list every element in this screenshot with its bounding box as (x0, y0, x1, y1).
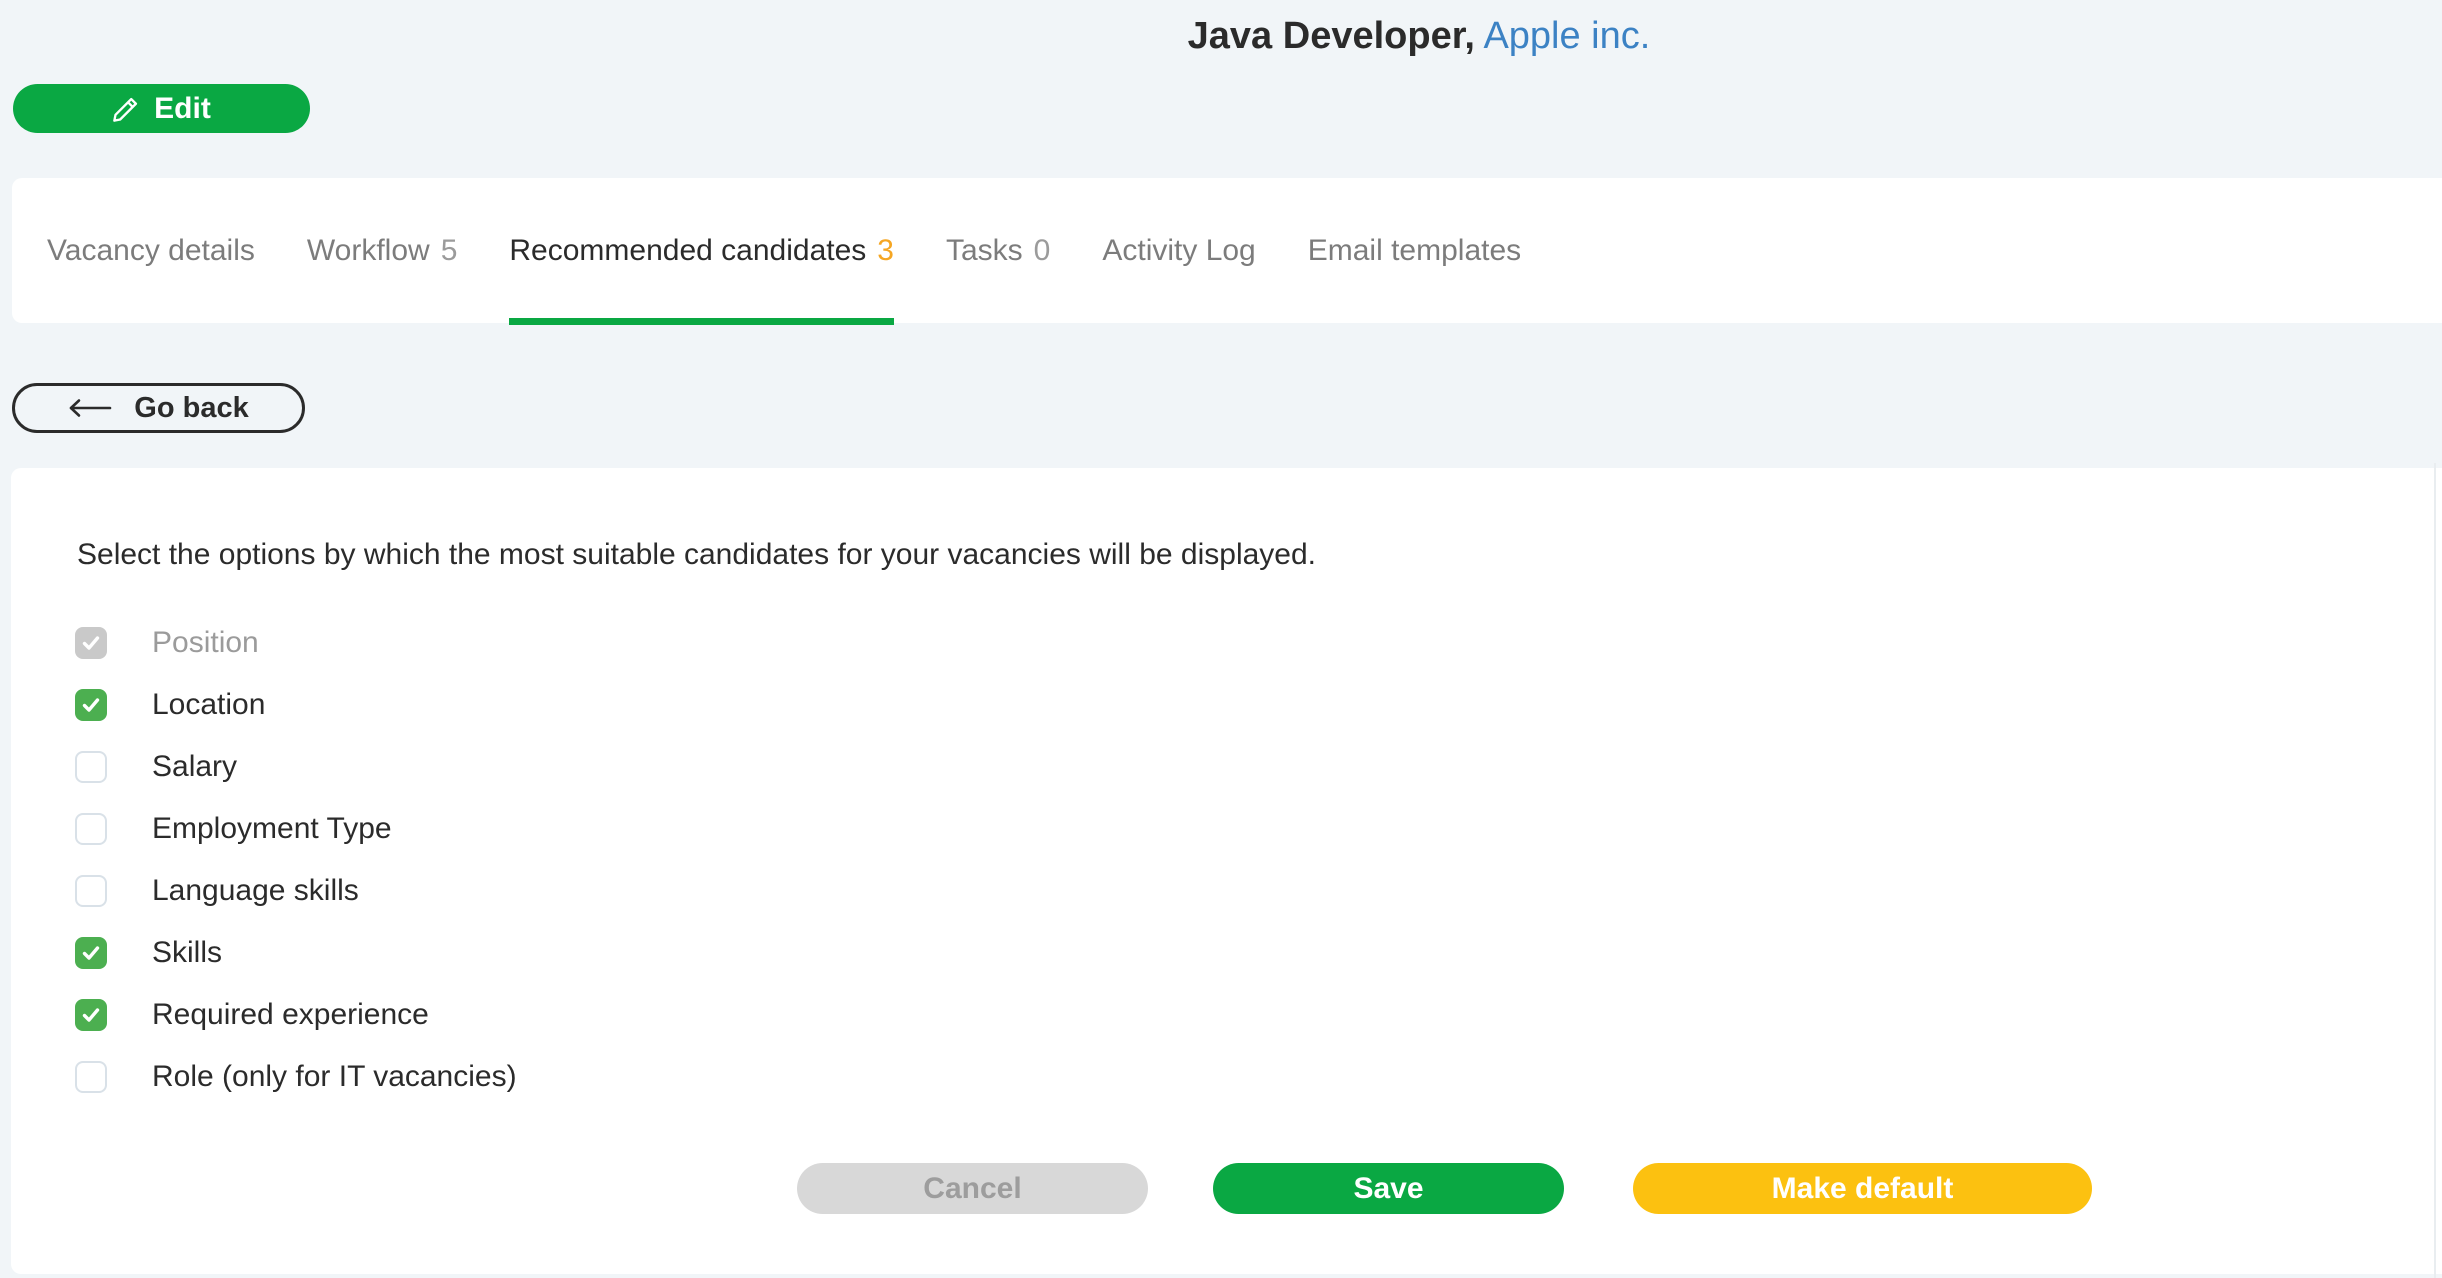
recommendation-options-panel: Select the options by which the most sui… (11, 468, 2442, 1274)
checkbox-language-skills[interactable] (75, 875, 107, 907)
panel-instruction: Select the options by which the most sui… (77, 538, 1316, 572)
check-icon (81, 943, 101, 963)
tab-email-templates[interactable]: Email templates (1308, 178, 1521, 323)
option-label: Location (152, 688, 265, 722)
vacancy-title: Java Developer, (1188, 15, 1475, 57)
make-default-button[interactable]: Make default (1633, 1163, 2092, 1214)
company-link[interactable]: Apple inc. (1483, 15, 1650, 57)
option-row-employment-type: Employment Type (75, 813, 517, 845)
tab-count: 5 (441, 234, 458, 268)
tab-label: Vacancy details (47, 234, 255, 268)
cancel-button[interactable]: Cancel (797, 1163, 1148, 1214)
tab-count: 0 (1034, 234, 1051, 268)
save-button[interactable]: Save (1213, 1163, 1564, 1214)
tab-label: Email templates (1308, 234, 1521, 268)
vacancy-page: Java Developer, Apple inc. Edit Vacancy … (0, 0, 2442, 1278)
tab-workflow[interactable]: Workflow 5 (307, 178, 458, 323)
tab-label: Activity Log (1102, 234, 1255, 268)
option-label: Role (only for IT vacancies) (152, 1060, 517, 1094)
tab-count: 3 (877, 234, 894, 268)
option-label: Skills (152, 936, 222, 970)
checkbox-role[interactable] (75, 1061, 107, 1093)
go-back-label: Go back (134, 392, 248, 425)
tab-label: Tasks (946, 234, 1023, 268)
tab-recommended-candidates[interactable]: Recommended candidates 3 (509, 178, 894, 323)
edit-button[interactable]: Edit (13, 84, 310, 133)
tab-tasks[interactable]: Tasks 0 (946, 178, 1050, 323)
option-row-language-skills: Language skills (75, 875, 517, 907)
tab-activity-log[interactable]: Activity Log (1102, 178, 1255, 323)
go-back-button[interactable]: Go back (12, 383, 305, 433)
checkbox-position (75, 627, 107, 659)
checkbox-employment-type[interactable] (75, 813, 107, 845)
check-icon (81, 633, 101, 653)
page-title: Java Developer, Apple inc. (0, 14, 2442, 58)
option-label: Salary (152, 750, 237, 784)
arrow-left-icon (68, 398, 112, 418)
checkbox-location[interactable] (75, 689, 107, 721)
check-icon (81, 1005, 101, 1025)
tab-label: Workflow (307, 234, 430, 268)
checkbox-required-experience[interactable] (75, 999, 107, 1031)
option-row-skills: Skills (75, 937, 517, 969)
option-label: Language skills (152, 874, 359, 908)
edit-button-label: Edit (154, 92, 211, 126)
checkbox-salary[interactable] (75, 751, 107, 783)
option-row-role: Role (only for IT vacancies) (75, 1061, 517, 1093)
active-tab-indicator (509, 318, 894, 325)
option-row-salary: Salary (75, 751, 517, 783)
tab-vacancy-details[interactable]: Vacancy details (47, 178, 255, 323)
option-row-required-experience: Required experience (75, 999, 517, 1031)
options-list: Position Location Salary Employment Type (75, 627, 517, 1123)
option-label: Employment Type (152, 812, 392, 846)
vacancy-tabs-bar: Vacancy details Workflow 5 Recommended c… (12, 178, 2442, 323)
check-icon (81, 695, 101, 715)
checkbox-skills[interactable] (75, 937, 107, 969)
option-row-position: Position (75, 627, 517, 659)
option-label: Position (152, 626, 259, 660)
option-label: Required experience (152, 998, 429, 1032)
pencil-icon (112, 95, 140, 123)
right-edge-divider (2434, 463, 2436, 1278)
option-row-location: Location (75, 689, 517, 721)
tab-label: Recommended candidates (509, 234, 866, 268)
